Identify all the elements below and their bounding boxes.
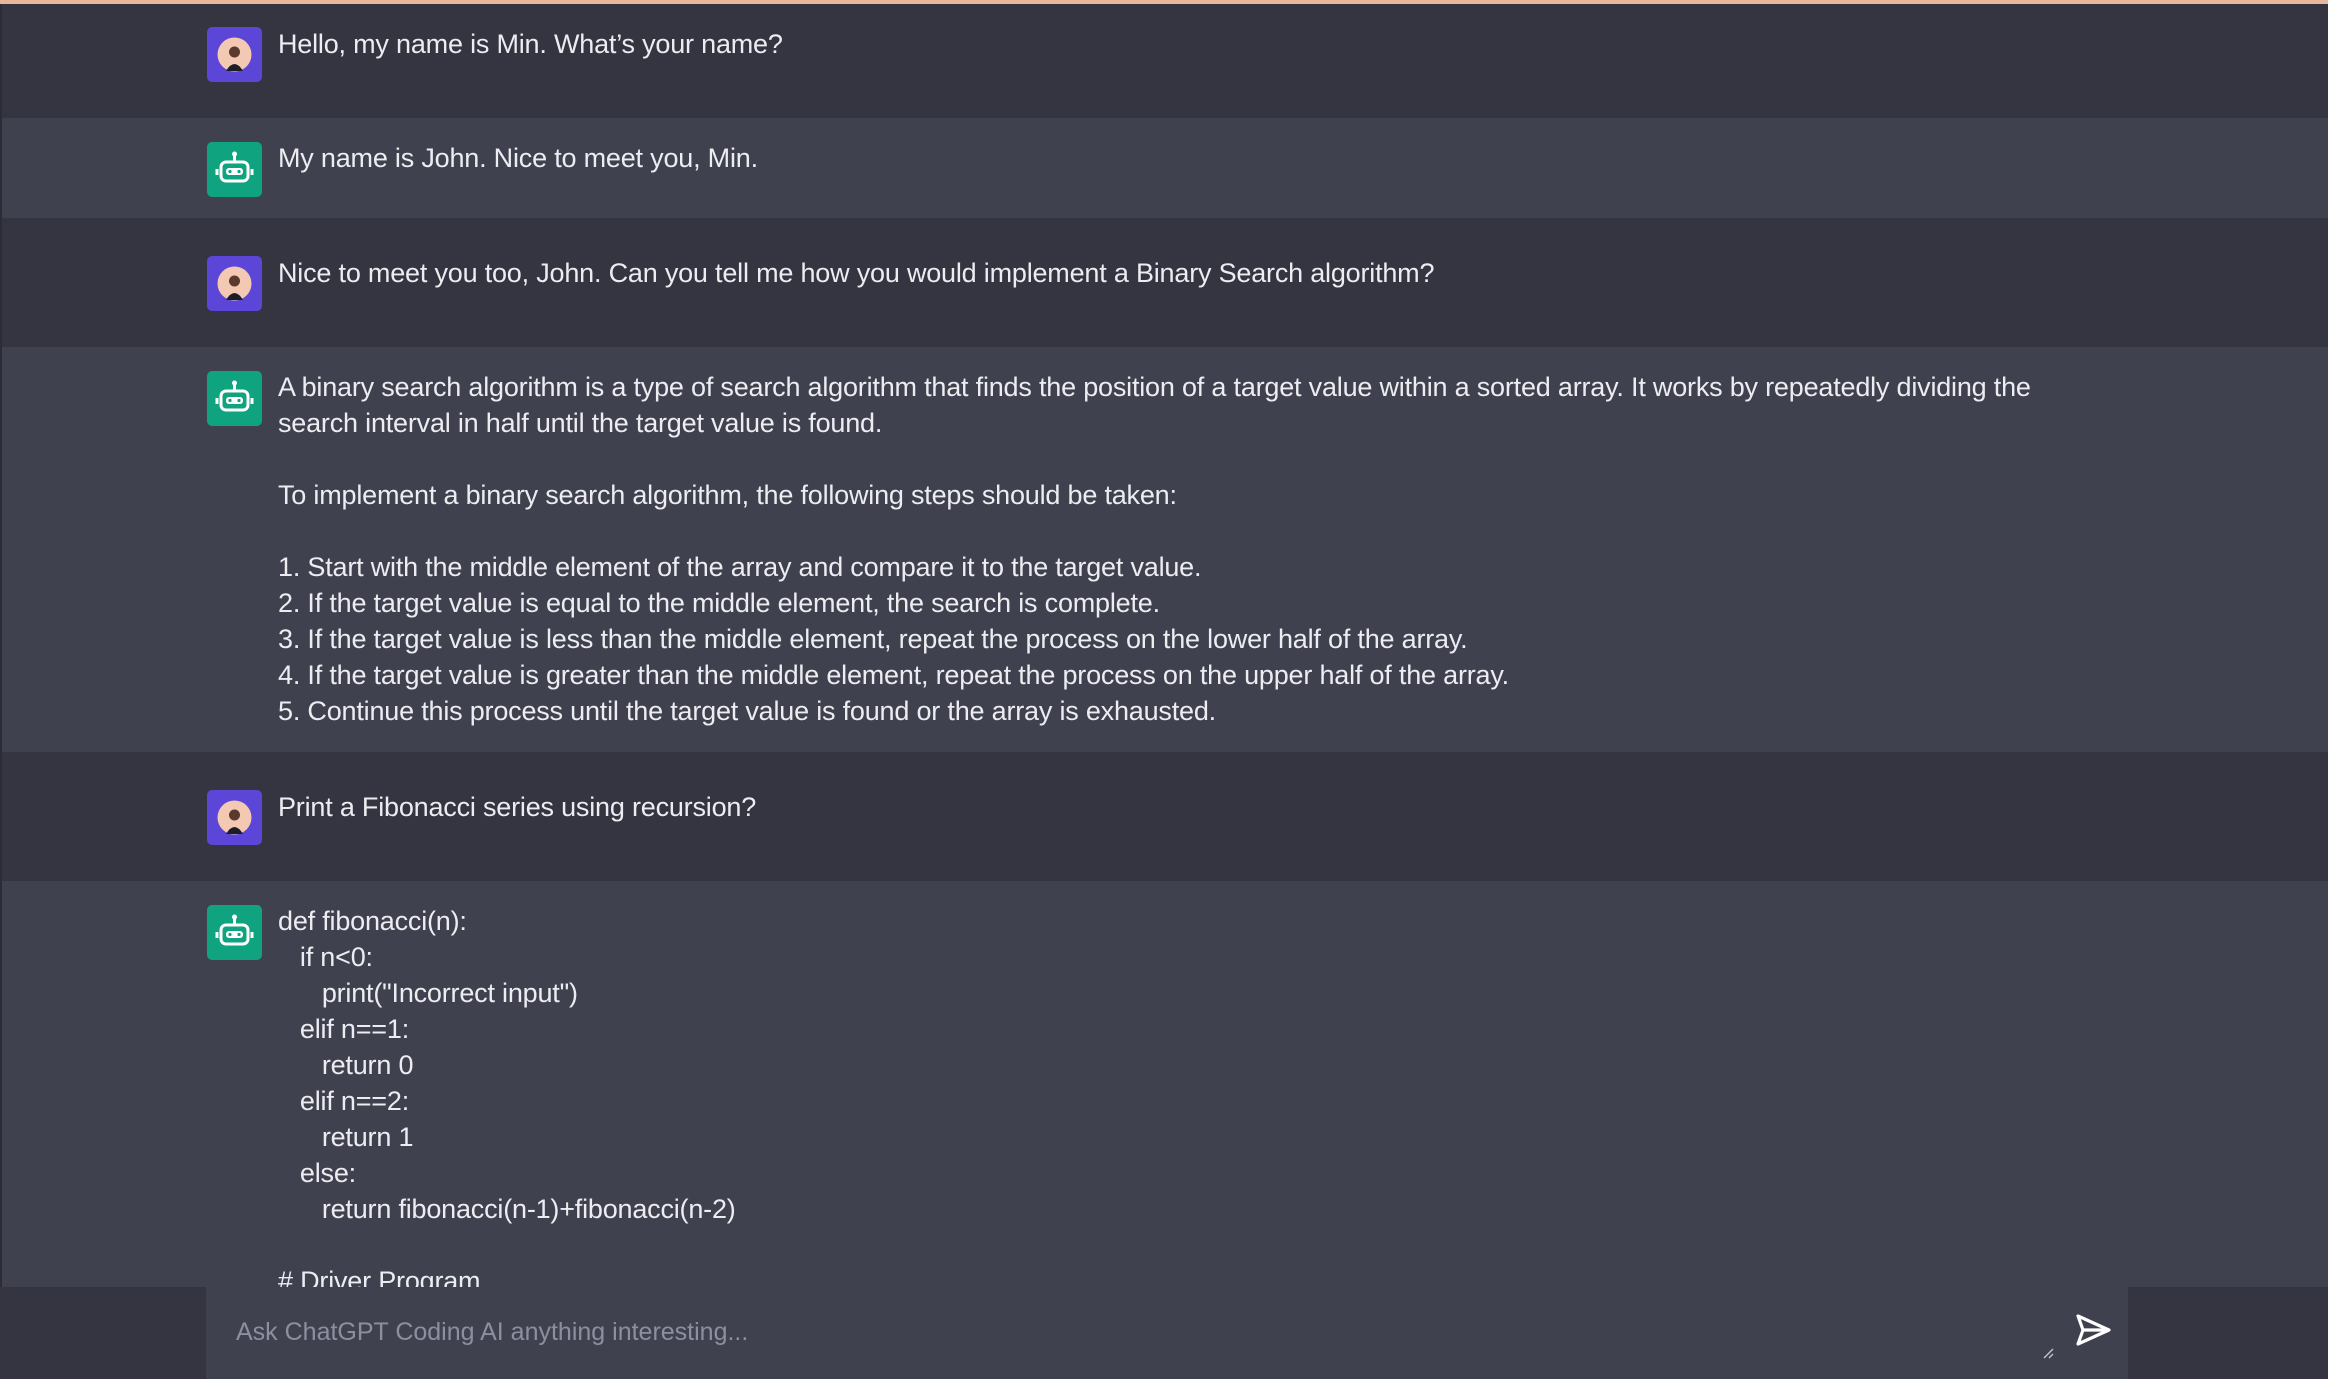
message-text: Nice to meet you too, John. Can you tell… xyxy=(278,258,1435,288)
send-button[interactable] xyxy=(2068,1305,2118,1355)
bot-avatar-icon xyxy=(207,142,262,197)
message-row-user: Nice to meet you too, John. Can you tell… xyxy=(2,218,2328,347)
composer xyxy=(206,1287,2128,1379)
message-text: def fibonacci(n): if n<0: print("Incorre… xyxy=(278,906,736,1287)
message-text: A binary search algorithm is a type of s… xyxy=(278,372,2031,726)
bot-avatar-icon xyxy=(207,371,262,426)
message-row-bot: My name is John. Nice to meet you, Min. xyxy=(2,118,2328,218)
bot-avatar-icon xyxy=(207,905,262,960)
message-row-user: Print a Fibonacci series using recursion… xyxy=(2,752,2328,881)
message-text: My name is John. Nice to meet you, Min. xyxy=(278,143,758,173)
message-text: Hello, my name is Min. What’s your name? xyxy=(278,29,783,59)
user-avatar-icon xyxy=(207,790,262,845)
chat-input[interactable] xyxy=(236,1307,2036,1357)
resize-grip-icon[interactable] xyxy=(2042,1347,2054,1359)
message-row-bot: A binary search algorithm is a type of s… xyxy=(2,347,2328,752)
message-row-bot: def fibonacci(n): if n<0: print("Incorre… xyxy=(2,881,2328,1287)
message-row-user: Hello, my name is Min. What’s your name? xyxy=(2,4,2328,118)
send-icon xyxy=(2076,1314,2111,1346)
chat-conversation[interactable]: Hello, my name is Min. What’s your name?… xyxy=(2,4,2328,1287)
message-text: Print a Fibonacci series using recursion… xyxy=(278,792,757,822)
user-avatar-icon xyxy=(207,256,262,311)
user-avatar-icon xyxy=(207,27,262,82)
